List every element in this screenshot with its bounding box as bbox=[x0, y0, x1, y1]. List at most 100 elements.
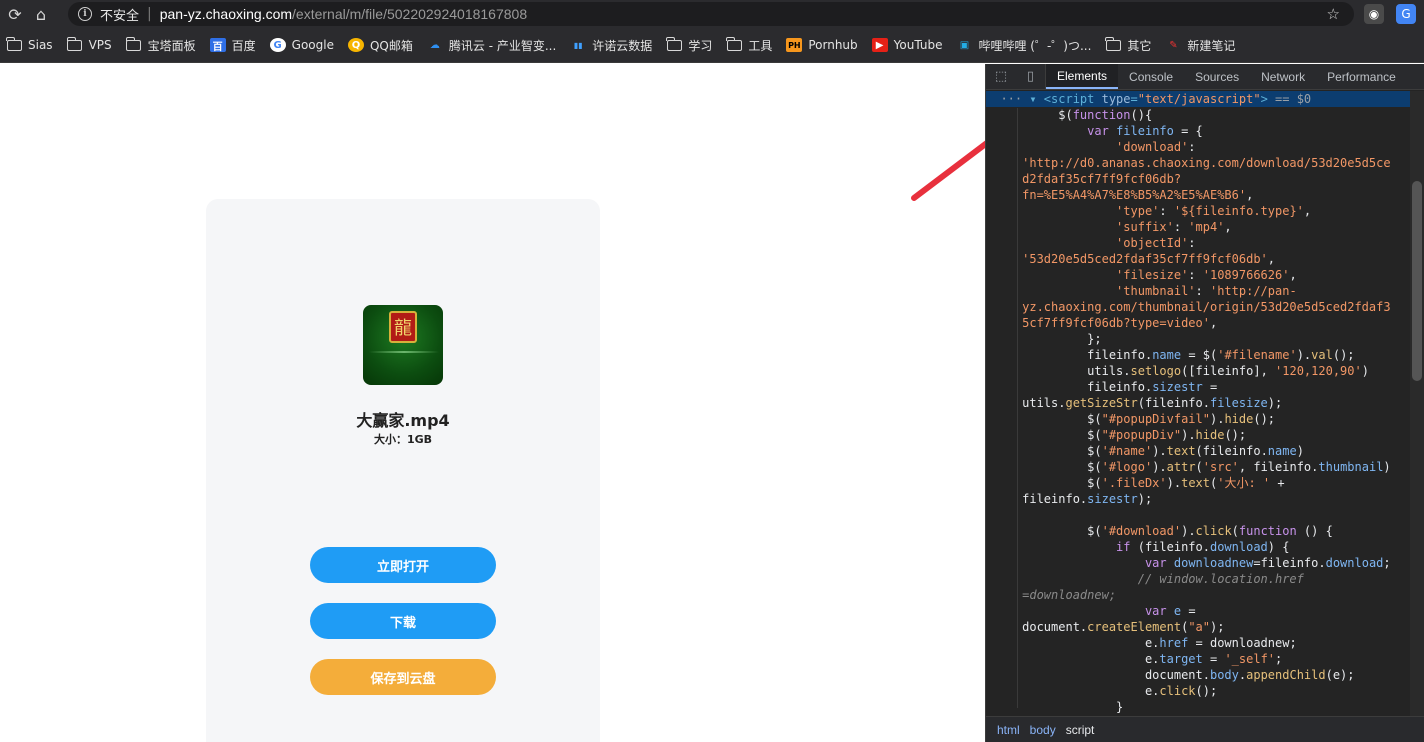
code-line: $("#popupDiv").hide(); bbox=[1087, 428, 1247, 442]
qq-mail-icon: Q bbox=[347, 38, 364, 52]
thumbnail-light-streak bbox=[369, 351, 439, 353]
bookmark-item[interactable]: 其它 bbox=[1105, 36, 1151, 54]
translate-extension-icon[interactable]: G bbox=[1396, 4, 1416, 24]
elements-dom-tree[interactable]: ··· ▾ <script type="text/javascript"> ==… bbox=[986, 91, 1411, 716]
bookmark-label: VPS bbox=[88, 38, 112, 52]
bilibili-icon: ▣ bbox=[959, 39, 970, 51]
download-button[interactable]: 下载 bbox=[310, 603, 496, 639]
file-thumbnail: 龍 bbox=[363, 305, 443, 385]
code-line: '53d20e5d5ced2fdaf35cf7ff9fcf06db', bbox=[1022, 252, 1275, 266]
tencent-cloud-icon: ☁ bbox=[429, 39, 440, 51]
code-line: utils.setlogo([fileinfo], '120,120,90') bbox=[1087, 364, 1369, 378]
address-separator: | bbox=[147, 6, 152, 22]
bookmark-label: 宝塔面板 bbox=[147, 38, 196, 53]
bookmark-label: Google bbox=[291, 38, 334, 52]
devtools-tabbar: ⬚ ▯ Elements Console Sources Network Per… bbox=[986, 64, 1424, 90]
code-line: yz.chaoxing.com/thumbnail/origin/53d20e5… bbox=[1022, 300, 1391, 314]
devtools-breadcrumbs: html body script bbox=[986, 716, 1424, 742]
bookmark-star-icon[interactable]: ☆ bbox=[1327, 5, 1340, 23]
bookmark-item[interactable]: Q QQ邮箱 bbox=[347, 37, 413, 54]
web-page: 龍 大赢家.mp4 大小：1GB 立即打开 下载 保存到云盘 bbox=[0, 64, 985, 742]
bookmark-item[interactable]: ▮▮ 许诺云数据 bbox=[570, 37, 652, 54]
bookmark-item[interactable]: 工具 bbox=[726, 36, 772, 54]
address-bar[interactable]: i 不安全 | pan-yz.chaoxing.com/external/m/f… bbox=[68, 2, 1354, 26]
bookmark-item[interactable]: VPS bbox=[66, 36, 112, 52]
code-line: document.body.appendChild(e); bbox=[1144, 668, 1355, 682]
bookmark-item[interactable]: 百百度 bbox=[209, 37, 256, 54]
code-line: $("#popupDivfail").hide(); bbox=[1087, 412, 1276, 426]
breadcrumb-body[interactable]: body bbox=[1025, 723, 1061, 737]
code-line: fileinfo.sizestr); bbox=[1022, 492, 1153, 506]
bookmark-label: Pornhub bbox=[808, 38, 858, 52]
tab-sources[interactable]: Sources bbox=[1184, 64, 1250, 89]
home-icon[interactable]: ⌂ bbox=[28, 0, 54, 28]
browser-toolbar: ⟳ ⌂ i 不安全 | pan-yz.chaoxing.com/external… bbox=[0, 0, 1424, 28]
code-line: var e = bbox=[1144, 604, 1196, 618]
tab-elements[interactable]: Elements bbox=[1046, 64, 1119, 89]
code-line: $('#logo').attr('src', fileinfo.thumbnai… bbox=[1087, 460, 1391, 474]
bookmark-item[interactable]: PH Pornhub bbox=[786, 38, 858, 52]
camera-extension-icon[interactable]: ◉ bbox=[1364, 4, 1384, 24]
breadcrumb-html[interactable]: html bbox=[992, 723, 1025, 737]
bookmark-label: 哔哩哔哩 (゜-゜)つ... bbox=[978, 38, 1092, 53]
bookmark-label: 许诺云数据 bbox=[592, 38, 653, 53]
inspect-element-icon[interactable]: ⬚ bbox=[986, 64, 1016, 89]
bookmark-item[interactable]: Sias bbox=[6, 36, 53, 52]
open-now-button[interactable]: 立即打开 bbox=[310, 547, 496, 583]
code-line: utils.getSizeStr(fileinfo.filesize); bbox=[1022, 396, 1283, 410]
code-line: 'http://d0.ananas.chaoxing.com/download/… bbox=[1022, 156, 1391, 170]
devtools-scroll-thumb[interactable] bbox=[1412, 181, 1422, 381]
save-to-cloud-button[interactable]: 保存到云盘 bbox=[310, 659, 496, 695]
code-line: 'download': bbox=[1116, 140, 1196, 154]
code-line: fn=%E5%A4%A7%E8%B5%A2%E5%AE%B6', bbox=[1022, 188, 1254, 202]
bookmark-label: YouTube bbox=[893, 38, 943, 52]
bookmark-item[interactable]: ✎ 新建笔记 bbox=[1165, 37, 1235, 54]
bookmark-item[interactable]: ▣ 哔哩哔哩 (゜-゜)つ... bbox=[956, 37, 1092, 54]
code-line: document.createElement("a"); bbox=[1022, 620, 1225, 634]
bookmark-item[interactable]: ▶ YouTube bbox=[871, 38, 943, 52]
breadcrumb-script[interactable]: script bbox=[1061, 723, 1100, 737]
bookmark-label: QQ邮箱 bbox=[369, 38, 413, 53]
folder-icon bbox=[1105, 36, 1121, 52]
code-line: 'type': '${fileinfo.type}', bbox=[1116, 204, 1312, 218]
bookmarks-bar: Sias VPS 宝塔面板百百度 G Google Q QQ邮箱 ☁ 腾讯云 - 产业智变...… bbox=[0, 28, 1424, 63]
file-card: 龍 大赢家.mp4 大小：1GB 立即打开 下载 保存到云盘 bbox=[206, 199, 600, 742]
code-line: }; bbox=[1087, 332, 1102, 346]
code-line: 'filesize': '1089766626', bbox=[1116, 268, 1297, 282]
code-line: e.click(); bbox=[1144, 684, 1218, 698]
info-icon[interactable]: i bbox=[78, 7, 92, 21]
code-line: var downloadnew=fileinfo.download; bbox=[1144, 556, 1391, 570]
tab-network[interactable]: Network bbox=[1250, 64, 1316, 89]
code-line: $('#download').click(function () { bbox=[1087, 524, 1333, 538]
devtools-scrollbar[interactable] bbox=[1410, 91, 1424, 716]
note-icon: ✎ bbox=[1169, 39, 1178, 51]
code-line: } bbox=[1116, 700, 1124, 714]
bookmark-item[interactable]: 宝塔面板 bbox=[125, 36, 196, 54]
bookmark-label: Sias bbox=[28, 38, 53, 52]
code-line: 'thumbnail': 'http://pan- bbox=[1116, 284, 1297, 298]
code-line: =downloadnew; bbox=[1022, 588, 1117, 602]
selected-node-line[interactable]: ··· ▾ <script type="text/javascript"> ==… bbox=[986, 91, 1411, 107]
folder-icon bbox=[66, 36, 83, 52]
url-host: pan-yz.chaoxing.com bbox=[159, 6, 293, 22]
tab-performance[interactable]: Performance bbox=[1316, 64, 1407, 89]
code-line: e.href = downloadnew; bbox=[1144, 636, 1297, 650]
devtools-panel: ⬚ ▯ Elements Console Sources Network Per… bbox=[985, 64, 1424, 742]
google-icon: G bbox=[269, 38, 286, 52]
baidu-icon: 百 bbox=[209, 38, 226, 53]
xunuo-icon: ▮▮ bbox=[573, 40, 583, 50]
code-line: $('#name').text(fileinfo.name) bbox=[1087, 444, 1304, 458]
file-size: 大小：1GB bbox=[373, 433, 433, 446]
tab-console[interactable]: Console bbox=[1118, 64, 1184, 89]
bookmark-item[interactable]: ☁ 腾讯云 - 产业智变... bbox=[427, 37, 556, 54]
bookmark-label: 新建笔记 bbox=[1187, 38, 1236, 53]
device-toolbar-icon[interactable]: ▯ bbox=[1016, 64, 1046, 89]
code-line: // window.location.href bbox=[1137, 572, 1304, 586]
code-line: fileinfo.name = $('#filename').val(); bbox=[1087, 348, 1355, 362]
bookmark-item[interactable]: G Google bbox=[269, 38, 334, 52]
code-line: e.target = '_self'; bbox=[1144, 652, 1283, 666]
reload-icon[interactable]: ⟳ bbox=[2, 0, 28, 28]
bookmark-item[interactable]: 学习 bbox=[666, 36, 712, 54]
dragon-emblem-icon: 龍 bbox=[389, 311, 417, 343]
